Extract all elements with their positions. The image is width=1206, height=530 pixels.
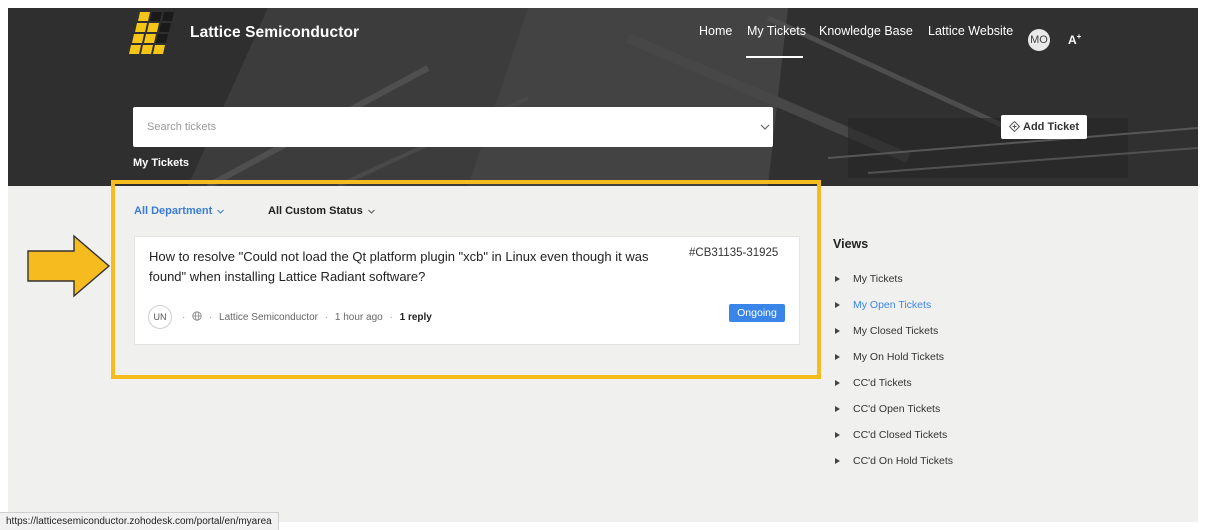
caret-right-icon (835, 302, 840, 308)
status-bar-url: https://latticesemiconductor.zohodesk.co… (0, 512, 279, 530)
caret-right-icon (835, 354, 840, 360)
brand-name[interactable]: Lattice Semiconductor (190, 24, 359, 42)
add-ticket-label: Add Ticket (1023, 121, 1080, 133)
add-ticket-button[interactable]: Add Ticket (1001, 115, 1087, 139)
view-my-on-hold-tickets[interactable]: My On Hold Tickets (834, 350, 953, 376)
views-title: Views (833, 237, 869, 251)
view-ccd-open-tickets[interactable]: CC'd Open Tickets (834, 402, 953, 428)
caret-right-icon (835, 406, 840, 412)
caret-right-icon (835, 380, 840, 386)
search-box (133, 107, 773, 147)
arrow-annotation (27, 234, 111, 298)
nav-home[interactable]: Home (699, 24, 732, 38)
add-ticket-icon (1009, 121, 1020, 132)
user-avatar[interactable]: MO (1028, 29, 1050, 51)
view-ccd-closed-tickets[interactable]: CC'd Closed Tickets (834, 428, 953, 454)
view-ccd-tickets[interactable]: CC'd Tickets (834, 376, 953, 402)
caret-right-icon (835, 276, 840, 282)
view-my-open-tickets[interactable]: My Open Tickets (834, 298, 953, 324)
search-input[interactable] (147, 119, 727, 135)
nav-knowledge-base[interactable]: Knowledge Base (819, 24, 913, 38)
caret-right-icon (835, 328, 840, 334)
page: Lattice Semiconductor Home My Tickets Kn… (0, 0, 1206, 530)
caret-right-icon (835, 458, 840, 464)
caret-right-icon (835, 432, 840, 438)
lattice-logo[interactable] (126, 12, 174, 54)
nav-my-tickets[interactable]: My Tickets (747, 24, 806, 38)
views-list: My Tickets My Open Tickets My Closed Tic… (834, 272, 953, 480)
chevron-down-icon[interactable] (760, 123, 770, 131)
breadcrumb[interactable]: My Tickets (133, 157, 189, 169)
highlight-box (111, 180, 821, 379)
nav-lattice-website[interactable]: Lattice Website (928, 24, 1013, 38)
view-my-tickets[interactable]: My Tickets (834, 272, 953, 298)
view-my-closed-tickets[interactable]: My Closed Tickets (834, 324, 953, 350)
accessibility-icon[interactable]: A+ (1068, 32, 1081, 47)
active-nav-indicator (746, 56, 803, 58)
view-ccd-on-hold-tickets[interactable]: CC'd On Hold Tickets (834, 454, 953, 480)
